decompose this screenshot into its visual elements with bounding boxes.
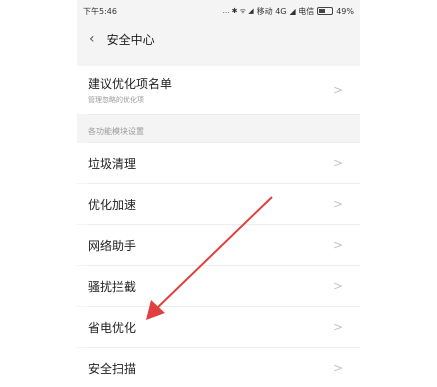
suggest-optimize-list-item[interactable]: 建议优化项名单 管理忽略的优化项 > bbox=[77, 66, 360, 114]
status-right: ... ✱ ᯤ ◢ 移动 4G ◢ 电信 49% bbox=[223, 6, 354, 17]
menu-item-speed-up[interactable]: 优化加速 > bbox=[77, 184, 360, 224]
chevron-right-icon: > bbox=[332, 83, 343, 97]
section-title: 各功能模块设置 bbox=[88, 127, 144, 136]
chevron-right-icon: > bbox=[332, 197, 343, 211]
battery-percent: 49% bbox=[336, 6, 354, 16]
suggest-optimize-subtitle: 管理忽略的优化项 bbox=[88, 96, 144, 104]
menu-item-label: 网络助手 bbox=[88, 238, 137, 253]
carrier-1: 移动 4G bbox=[256, 6, 287, 16]
signal-icons: ... ✱ ᯤ ◢ bbox=[222, 6, 254, 15]
battery-icon bbox=[317, 7, 334, 15]
suggest-optimize-label: 建议优化项名单 bbox=[88, 77, 173, 91]
menu-item-power-saving[interactable]: 省电优化 > bbox=[77, 307, 360, 347]
carrier-2: ◢ 电信 bbox=[289, 6, 315, 16]
screenshot-canvas: 下午5:46 ... ✱ ᯤ ◢ 移动 4G ◢ 电信 49% ‹ 安全中心 建… bbox=[0, 0, 437, 387]
chevron-right-icon: > bbox=[332, 279, 343, 293]
chevron-right-icon: > bbox=[332, 361, 343, 375]
menu-item-harassment-block[interactable]: 骚扰拦截 > bbox=[77, 266, 360, 306]
menu-item-label: 优化加速 bbox=[88, 197, 137, 212]
status-time: 下午5:46 bbox=[83, 6, 117, 16]
page-header: ‹ 安全中心 bbox=[77, 22, 360, 56]
menu-item-security-scan[interactable]: 安全扫描 > bbox=[77, 348, 360, 387]
menu-item-label: 骚扰拦截 bbox=[88, 279, 137, 294]
menu-item-network-assistant[interactable]: 网络助手 > bbox=[77, 225, 360, 265]
status-bar: 下午5:46 ... ✱ ᯤ ◢ 移动 4G ◢ 电信 49% bbox=[77, 0, 360, 22]
chevron-right-icon: > bbox=[332, 320, 343, 334]
menu-item-label: 安全扫描 bbox=[88, 361, 137, 376]
chevron-right-icon: > bbox=[332, 156, 343, 170]
chevron-right-icon: > bbox=[332, 238, 343, 252]
back-icon[interactable]: ‹ bbox=[89, 32, 95, 46]
menu-item-label: 垃圾清理 bbox=[88, 156, 137, 171]
menu-item-label: 省电优化 bbox=[88, 320, 137, 335]
divider bbox=[88, 114, 360, 115]
phone-screen: 下午5:46 ... ✱ ᯤ ◢ 移动 4G ◢ 电信 49% ‹ 安全中心 建… bbox=[77, 0, 360, 387]
menu-item-junk-clean[interactable]: 垃圾清理 > bbox=[77, 143, 360, 183]
page-title: 安全中心 bbox=[106, 32, 155, 47]
